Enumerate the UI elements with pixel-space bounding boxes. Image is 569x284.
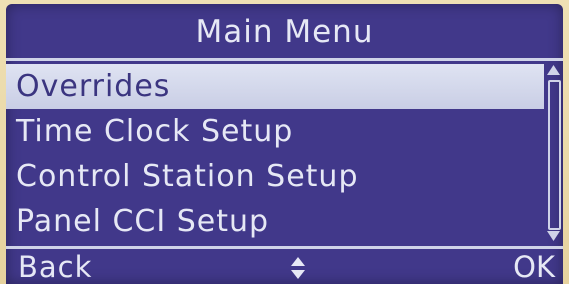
menu-item-overrides[interactable]: Overrides — [6, 64, 544, 109]
menu-item-label: Time Clock Setup — [16, 114, 294, 149]
title-divider — [6, 58, 563, 61]
ok-button[interactable]: OK — [513, 250, 555, 284]
menu-item-time-clock-setup[interactable]: Time Clock Setup — [6, 109, 544, 154]
menu-item-label: Overrides — [16, 69, 171, 104]
main-menu-list: Overrides Time Clock Setup Control Stati… — [6, 64, 544, 244]
page-title: Main Menu — [195, 14, 374, 50]
scroll-down-arrow-icon[interactable] — [546, 230, 561, 242]
scroll-track[interactable] — [548, 80, 561, 230]
up-down-arrows-icon — [290, 254, 306, 280]
lcd-screen: Main Menu Overrides Time Clock Setup Con… — [6, 4, 563, 284]
menu-item-control-station-setup[interactable]: Control Station Setup — [6, 154, 544, 199]
menu-item-panel-cci-setup[interactable]: Panel CCI Setup — [6, 199, 544, 244]
softkey-divider — [6, 246, 563, 249]
scroll-up-arrow-icon[interactable] — [546, 64, 561, 76]
menu-scrollbar[interactable] — [546, 64, 561, 242]
back-button[interactable]: Back — [18, 250, 92, 284]
menu-item-label: Panel CCI Setup — [16, 204, 270, 239]
menu-item-label: Control Station Setup — [16, 159, 359, 194]
softkey-bar: Back OK — [6, 250, 563, 284]
